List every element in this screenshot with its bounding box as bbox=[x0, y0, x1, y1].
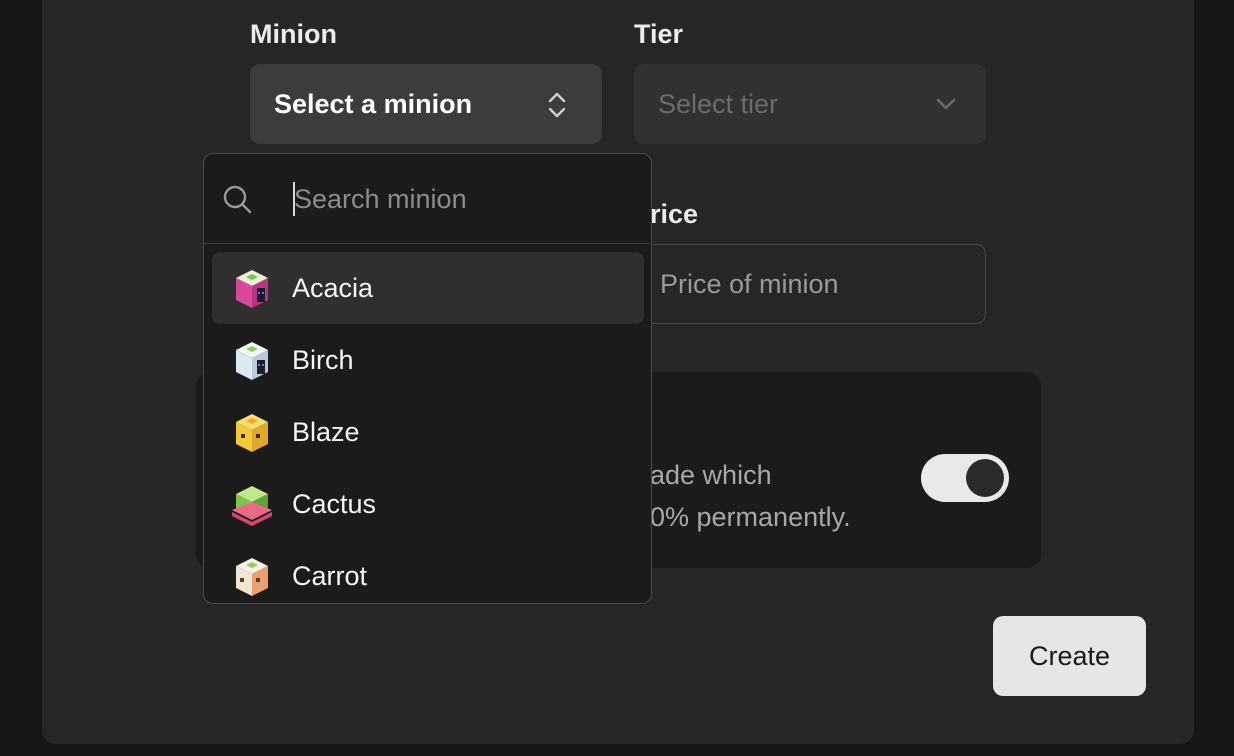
list-item-label: Acacia bbox=[292, 272, 374, 303]
price-label: rice bbox=[650, 199, 699, 229]
list-item-label: Blaze bbox=[292, 416, 360, 447]
search-row bbox=[204, 154, 651, 244]
list-item-acacia[interactable]: Acacia bbox=[212, 252, 644, 324]
chevron-down-icon bbox=[936, 98, 956, 110]
acacia-minion-icon bbox=[236, 270, 268, 308]
minion-list: Acacia Birch Blaze Cactus Carrot bbox=[212, 252, 644, 603]
list-item-birch[interactable]: Birch bbox=[212, 324, 644, 396]
upgrade-description-line-1: ade which bbox=[650, 460, 772, 490]
list-item-blaze[interactable]: Blaze bbox=[212, 396, 644, 468]
list-item-cactus[interactable]: Cactus bbox=[212, 468, 644, 540]
list-item-carrot[interactable]: Carrot bbox=[212, 540, 644, 603]
birch-minion-icon bbox=[236, 342, 268, 380]
toggle-knob bbox=[966, 459, 1004, 497]
upgrade-toggle[interactable] bbox=[921, 454, 1009, 502]
tier-label: Tier bbox=[634, 19, 684, 49]
minion-select-value: Select a minion bbox=[274, 88, 473, 119]
carrot-minion-icon bbox=[236, 558, 268, 596]
minion-dropdown: Acacia Birch Blaze bbox=[203, 153, 652, 604]
search-icon bbox=[223, 185, 252, 214]
upgrade-description-line-2: 0% permanently. bbox=[650, 502, 851, 532]
create-button[interactable]: Create bbox=[993, 616, 1146, 696]
minion-select[interactable]: Select a minion bbox=[250, 64, 602, 144]
search-input[interactable] bbox=[294, 179, 624, 219]
cactus-minion-icon bbox=[232, 486, 272, 526]
price-input-placeholder: Price of minion bbox=[660, 268, 839, 299]
tier-select[interactable]: Select tier bbox=[634, 64, 986, 144]
tier-select-placeholder: Select tier bbox=[658, 88, 779, 119]
minion-label: Minion bbox=[250, 19, 337, 49]
chevron-up-down-icon bbox=[548, 92, 566, 118]
list-item-label: Carrot bbox=[292, 560, 368, 591]
list-item-label: Birch bbox=[292, 344, 354, 375]
price-input[interactable]: Price of minion bbox=[640, 244, 986, 324]
blaze-minion-icon bbox=[236, 414, 268, 452]
list-item-label: Cactus bbox=[292, 488, 377, 519]
